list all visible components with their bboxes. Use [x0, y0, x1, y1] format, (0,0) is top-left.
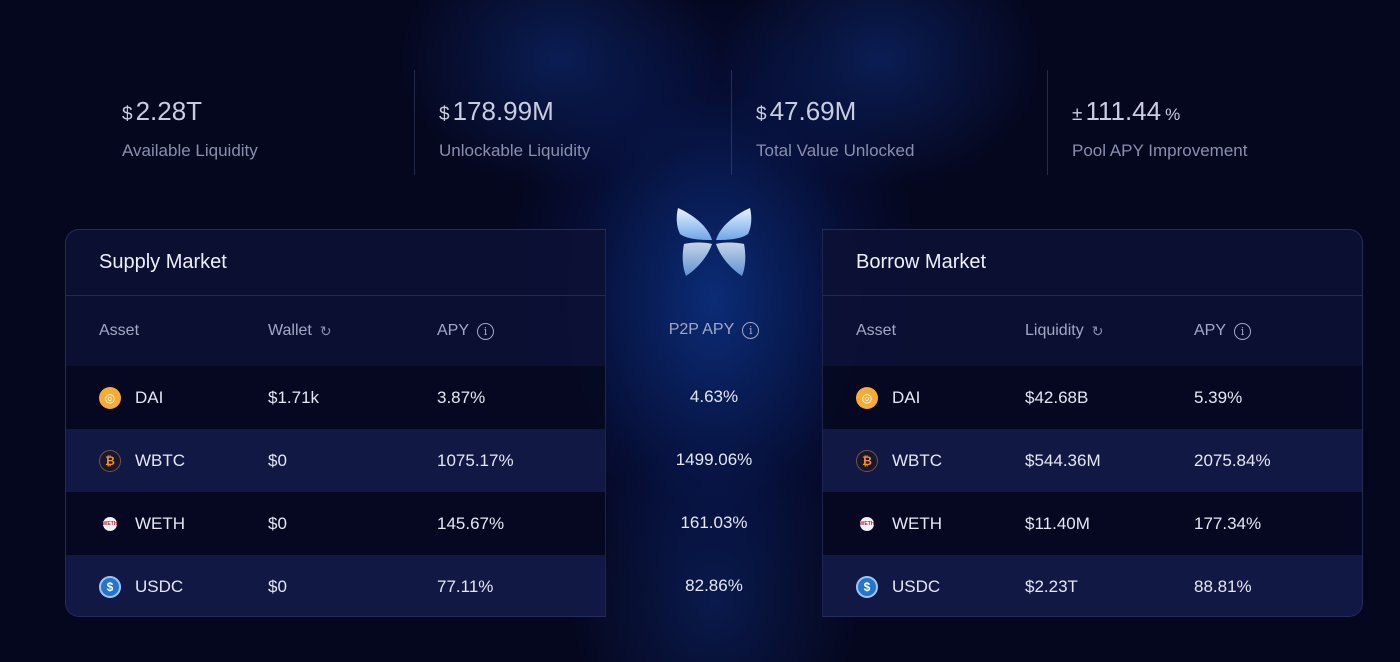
p2p-apy-value: 82.86% — [685, 575, 743, 595]
asset-name: DAI — [135, 387, 164, 407]
wallet-value: $1.71k — [268, 387, 320, 407]
dai-icon: ◎ — [856, 386, 878, 409]
wallet-value: $0 — [268, 450, 287, 470]
stat-label: Total Value Unlocked — [756, 141, 915, 160]
apy-value: 5.39% — [1194, 387, 1243, 407]
usdc-icon: $ — [856, 575, 878, 598]
apy-value: 177.34% — [1194, 513, 1262, 533]
stat-prefix: $ — [756, 104, 767, 125]
column-header-p2p-apy: P2P APY i — [606, 295, 822, 365]
stat-label: Available Liquidity — [122, 141, 258, 160]
stat-prefix: $ — [439, 104, 450, 125]
asset-name: WETH — [135, 513, 186, 533]
stat-value: 178.99M — [452, 96, 554, 126]
table-row[interactable]: ◎ DAI $1.71k 3.87% — [66, 366, 605, 429]
stats-bar: $2.28T Available Liquidity $178.99M Unlo… — [0, 70, 1400, 175]
asset-name: USDC — [892, 576, 941, 596]
column-header-asset: Asset — [856, 322, 897, 339]
usdc-icon: $ — [99, 575, 121, 598]
divider — [731, 70, 732, 175]
wbtc-icon: ₿ — [856, 449, 878, 472]
dai-icon: ◎ — [99, 386, 121, 409]
asset-name: WETH — [892, 513, 943, 533]
apy-value: 1075.17% — [437, 450, 514, 470]
column-header-wallet[interactable]: Wallet ↻ — [268, 296, 332, 366]
table-row[interactable]: ◎ DAI $42.68B 5.39% — [823, 366, 1362, 429]
apy-value: 77.11% — [437, 576, 494, 596]
liquidity-value: $11.40M — [1025, 513, 1090, 533]
table-row[interactable]: ₿ WBTC $0 1075.17% — [66, 429, 605, 492]
liquidity-value: $42.68B — [1025, 387, 1089, 407]
asset-name: USDC — [135, 576, 184, 596]
p2p-apy-value: 4.63% — [689, 386, 739, 406]
refresh-icon[interactable]: ↻ — [1092, 323, 1104, 340]
stat-suffix: % — [1165, 105, 1181, 124]
asset-name: WBTC — [892, 450, 943, 470]
stat-prefix: ± — [1072, 104, 1083, 125]
apy-value: 145.67% — [437, 513, 505, 533]
table-row[interactable]: $ USDC $2.23T 88.81% — [823, 555, 1362, 616]
stat-value: 2.28T — [135, 96, 203, 126]
liquidity-value: $2.23T — [1025, 576, 1078, 596]
apy-value: 3.87% — [437, 387, 486, 407]
divider — [414, 70, 415, 175]
asset-name: DAI — [892, 387, 921, 407]
wallet-value: $0 — [268, 513, 287, 533]
refresh-icon[interactable]: ↻ — [320, 323, 332, 340]
column-header-apy: APY i — [1194, 296, 1252, 366]
borrow-market-panel: Borrow Market Asset Liquidity ↻ APY i ◎ DAI… — [822, 229, 1363, 617]
divider — [1047, 70, 1048, 175]
panel-title: Supply Market — [66, 230, 605, 296]
apy-value: 2075.84% — [1194, 450, 1271, 470]
p2p-apy-column: P2P APY i 4.63% 1499.06% 161.03% 82.86% — [606, 295, 822, 617]
panel-title: Borrow Market — [823, 230, 1362, 296]
weth-icon: WETH — [860, 516, 874, 531]
p2p-apy-value: 1499.06% — [675, 449, 753, 469]
supply-market-panel: Supply Market Asset Wallet ↻ APY i ◎ DAI $1… — [65, 229, 606, 617]
asset-name: WBTC — [135, 450, 186, 470]
stat-value: 111.44 — [1085, 96, 1162, 126]
table-row[interactable]: WETH WETH $0 145.67% — [66, 492, 605, 555]
column-header-asset: Asset — [99, 322, 140, 339]
liquidity-value: $544.36M — [1025, 450, 1101, 470]
stat-prefix: $ — [122, 104, 133, 125]
info-icon[interactable]: i — [1234, 322, 1252, 340]
table-header: Asset Wallet ↻ APY i — [66, 296, 605, 366]
info-icon[interactable]: i — [742, 321, 760, 339]
p2p-apy-value: 161.03% — [680, 512, 748, 532]
weth-icon: WETH — [103, 516, 117, 531]
table-row[interactable]: $ USDC $0 77.11% — [66, 555, 605, 616]
stat-label: Unlockable Liquidity — [439, 141, 591, 160]
column-header-apy: APY i — [437, 296, 495, 366]
butterfly-logo-icon — [676, 208, 752, 276]
column-header-liquidity[interactable]: Liquidity ↻ — [1025, 296, 1103, 366]
apy-value: 88.81% — [1194, 576, 1252, 596]
wbtc-icon: ₿ — [99, 449, 121, 472]
stat-label: Pool APY Improvement — [1072, 141, 1248, 160]
wallet-value: $0 — [268, 576, 287, 596]
table-row[interactable]: WETH WETH $11.40M 177.34% — [823, 492, 1362, 555]
table-header: Asset Liquidity ↻ APY i — [823, 296, 1362, 366]
table-row[interactable]: ₿ WBTC $544.36M 2075.84% — [823, 429, 1362, 492]
info-icon[interactable]: i — [477, 322, 495, 340]
stat-value: 47.69M — [769, 96, 857, 126]
